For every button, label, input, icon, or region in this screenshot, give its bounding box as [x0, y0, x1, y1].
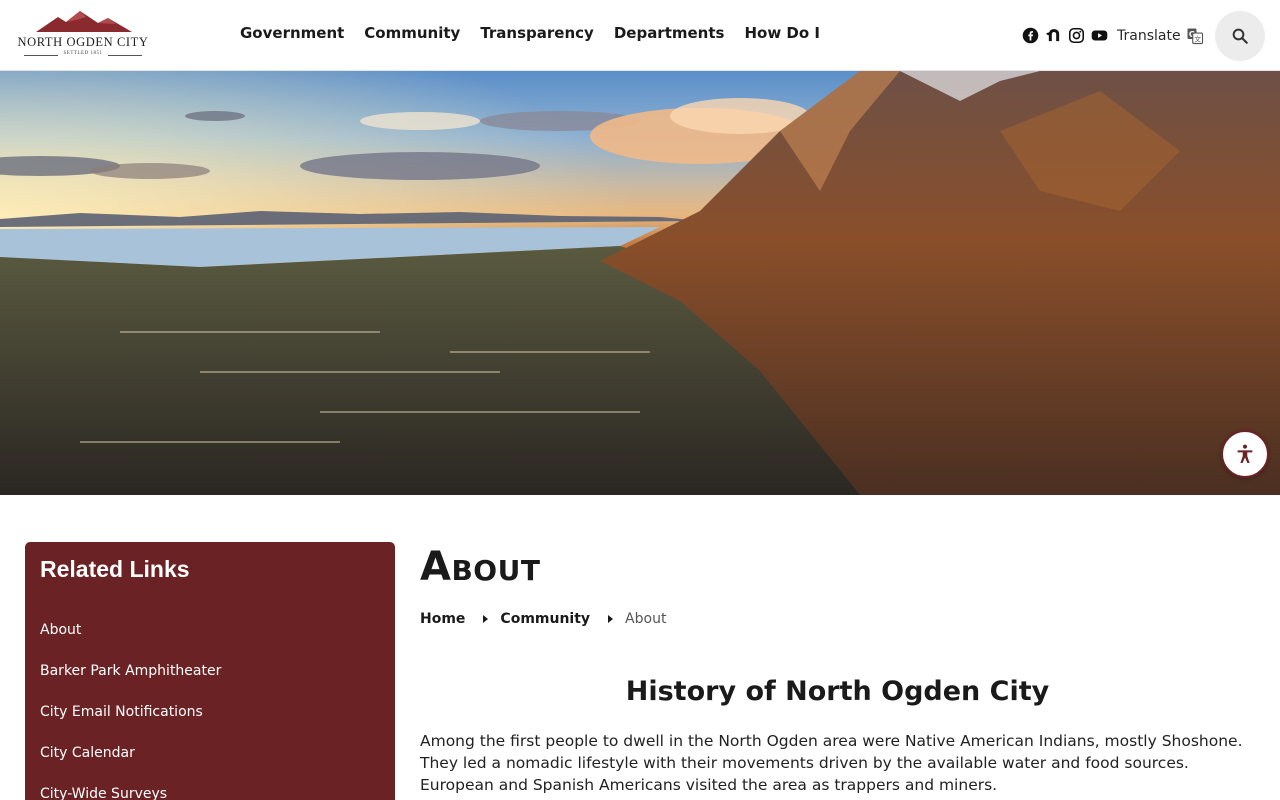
nav-item-community[interactable]: Community: [364, 24, 460, 42]
main-nav: Government Community Transparency Depart…: [240, 24, 820, 42]
nav-item-government[interactable]: Government: [240, 24, 344, 42]
related-links-list: About Barker Park Amphitheater City Emai…: [40, 622, 221, 800]
nav-item-how-do-i[interactable]: How Do I: [744, 24, 820, 42]
search-button[interactable]: [1215, 11, 1265, 61]
sidebar-item-about[interactable]: About: [40, 622, 221, 663]
sidebar-item-city-wide-surveys[interactable]: City-Wide Surveys: [40, 786, 221, 800]
breadcrumb-current: About: [625, 611, 667, 627]
translate-link[interactable]: Translate: [1117, 28, 1181, 44]
page-title: About: [420, 544, 541, 590]
facebook-icon[interactable]: [1022, 27, 1039, 44]
svg-text:文: 文: [1194, 34, 1201, 43]
hero-landscape-illustration: [0, 71, 1280, 495]
nextdoor-icon[interactable]: [1045, 27, 1062, 44]
related-links-title: Related Links: [40, 556, 190, 582]
accessibility-icon: [1237, 444, 1253, 463]
instagram-icon[interactable]: [1068, 27, 1085, 44]
sidebar-item-barker-park-amphitheater[interactable]: Barker Park Amphitheater: [40, 663, 221, 704]
breadcrumb-home[interactable]: Home: [420, 611, 465, 627]
site-header: North Ogden City SETTLED 1851 Government…: [0, 0, 1280, 71]
breadcrumb: Home Community About: [420, 611, 666, 627]
social-links: [1022, 27, 1108, 44]
logo-name: North Ogden City: [17, 35, 149, 49]
breadcrumb-arrow-icon: [608, 615, 614, 623]
logo-rule-right: [108, 55, 142, 56]
sidebar-item-city-calendar[interactable]: City Calendar: [40, 745, 221, 786]
youtube-icon[interactable]: [1091, 27, 1108, 44]
site-logo[interactable]: North Ogden City SETTLED 1851: [14, 11, 154, 61]
breadcrumb-community[interactable]: Community: [500, 611, 590, 627]
nav-item-departments[interactable]: Departments: [614, 24, 725, 42]
nav-item-transparency[interactable]: Transparency: [480, 24, 594, 42]
article-paragraph: Among the first people to dwell in the N…: [420, 732, 1243, 794]
search-icon: [1232, 28, 1248, 44]
translate-icon[interactable]: G 文: [1186, 27, 1204, 45]
mountain-logo-icon: [36, 11, 132, 32]
related-links-panel: Related Links About Barker Park Amphithe…: [25, 542, 395, 800]
accessibility-button[interactable]: [1221, 430, 1269, 478]
hero-banner-image: [0, 71, 1280, 495]
article-title: History of North Ogden City: [625, 676, 1050, 707]
sidebar-item-city-email-notifications[interactable]: City Email Notifications: [40, 704, 221, 745]
breadcrumb-arrow-icon: [483, 615, 489, 623]
